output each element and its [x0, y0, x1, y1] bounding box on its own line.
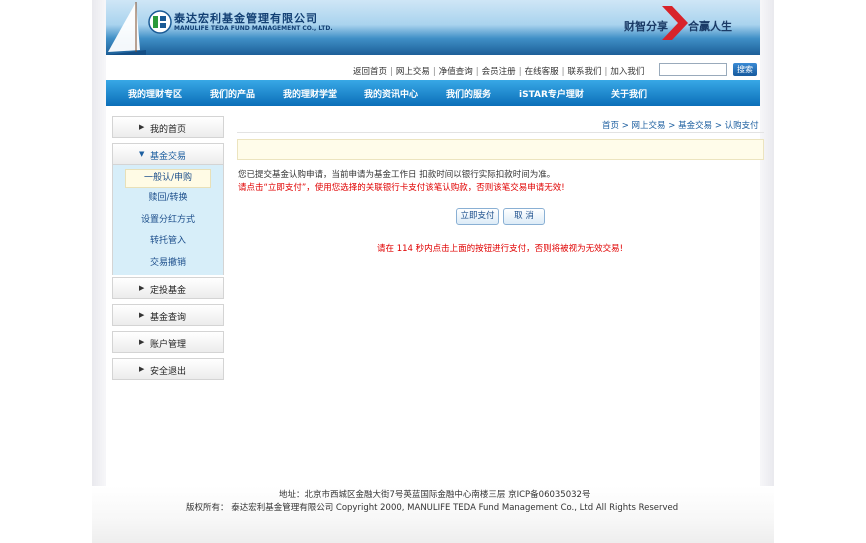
toplink-home[interactable]: 返回首页: [353, 67, 387, 77]
sidebar-item-label: 定投基金: [150, 286, 187, 296]
sidebar-item-fund-trade[interactable]: ▼ 基金交易: [112, 143, 224, 165]
divider: [237, 132, 764, 133]
breadcrumb-current[interactable]: 认购支付: [725, 121, 759, 131]
sidebar-item-home[interactable]: ▶ 我的首页: [112, 116, 224, 138]
submenu-item-cancel[interactable]: 交易撤销: [113, 253, 223, 275]
toplink-online-service[interactable]: 在线客服: [525, 67, 559, 77]
frame-shadow-left: [92, 0, 106, 543]
top-links-bar: 返回首页 | 网上交易 | 净值查询 | 会员注册 | 在线客服 | 联系我们 | 加入我们 搜索: [106, 62, 760, 78]
submenu-item-subscribe[interactable]: 一般认/申购: [125, 169, 211, 188]
cancel-button[interactable]: 取 消: [503, 208, 545, 225]
fund-trade-submenu: 一般认/申购 赎回/转换 设置分红方式 转托管入 交易撤销: [112, 165, 224, 275]
frame-shadow-right: [760, 0, 774, 543]
submission-message: 您已提交基金认购申请，当前申请为基金工作日 扣款时间以银行实际扣款时间为准。: [238, 170, 556, 180]
company-name-cn: 泰达宏利基金管理有限公司: [174, 12, 318, 25]
triangle-right-icon: ▶: [139, 338, 145, 346]
sidebar: ▶ 我的首页 ▼ 基金交易 一般认/申购 赎回/转换 设置分红方式 转托管入 交…: [112, 116, 224, 385]
sidebar-item-label: 安全退出: [150, 367, 187, 377]
breadcrumb: 首页 > 网上交易 > 基金交易 > 认购支付: [602, 119, 759, 131]
slogan-right: 合赢人生: [688, 20, 732, 33]
footer-address: 地址：北京市西城区金融大街7号英蓝国际金融中心南楼三层 京ICP备0603503…: [279, 490, 591, 500]
breadcrumb-separator: >: [621, 121, 629, 131]
separator: |: [518, 67, 522, 77]
breadcrumb-online-trade[interactable]: 网上交易: [632, 121, 666, 131]
breadcrumb-fund-trade[interactable]: 基金交易: [678, 121, 712, 131]
sailboat-icon: [106, 2, 146, 55]
footer-copyright: 版权所有： 泰达宏利基金管理有限公司 Copyright 2000, MANUL…: [186, 503, 679, 513]
footer: 地址：北京市西城区金融大街7号英蓝国际金融中心南楼三层 京ICP备0603503…: [92, 486, 774, 543]
pay-now-button[interactable]: 立即支付: [456, 208, 499, 225]
submenu-item-transfer-in[interactable]: 转托管入: [113, 231, 223, 253]
toplink-register[interactable]: 会员注册: [482, 67, 516, 77]
triangle-right-icon: ▶: [139, 311, 145, 319]
breadcrumb-home[interactable]: 首页: [602, 121, 619, 131]
sidebar-item-account[interactable]: ▶ 账户管理: [112, 331, 224, 353]
breadcrumb-separator: >: [714, 121, 722, 131]
sidebar-item-fund-query[interactable]: ▶ 基金查询: [112, 304, 224, 326]
main-nav: 我的理财专区 我们的产品 我的理财学堂 我的资讯中心 我们的服务 iSTAR专户…: [106, 80, 760, 106]
search-input[interactable]: [659, 63, 727, 76]
sidebar-item-logout[interactable]: ▶ 安全退出: [112, 358, 224, 380]
submenu-item-dividend[interactable]: 设置分红方式: [113, 210, 223, 232]
triangle-right-icon: ▶: [139, 123, 145, 131]
sidebar-item-label: 基金查询: [150, 313, 187, 323]
toplink-nav-query[interactable]: 净值查询: [439, 67, 473, 77]
nav-item-school[interactable]: 我的理财学堂: [283, 87, 337, 100]
sidebar-item-label: 基金交易: [150, 152, 187, 162]
submenu-item-redeem[interactable]: 赎回/转换: [113, 188, 223, 210]
company-name-en: MANULIFE TEDA FUND MANAGEMENT CO., LTD.: [174, 25, 333, 32]
triangle-right-icon: ▶: [139, 365, 145, 373]
chevron-right-icon: [662, 6, 688, 40]
sidebar-item-fixed-invest[interactable]: ▶ 定投基金: [112, 277, 224, 299]
triangle-down-icon: ▼: [139, 150, 145, 158]
nav-item-istar[interactable]: iSTAR专户理财: [519, 87, 584, 100]
toplink-join[interactable]: 加入我们: [610, 67, 644, 77]
nav-item-my-finance[interactable]: 我的理财专区: [128, 87, 182, 100]
company-logo-icon: [148, 10, 172, 34]
nav-item-products[interactable]: 我们的产品: [210, 87, 255, 100]
nav-item-about[interactable]: 关于我们: [611, 87, 647, 100]
separator: |: [432, 67, 436, 77]
separator: |: [475, 67, 479, 77]
top-links: 返回首页 | 网上交易 | 净值查询 | 会员注册 | 在线客服 | 联系我们 | 加入我们: [353, 65, 644, 77]
search-button[interactable]: 搜索: [733, 63, 757, 76]
toplink-online-trade[interactable]: 网上交易: [396, 67, 430, 77]
triangle-right-icon: ▶: [139, 284, 145, 292]
separator: |: [604, 67, 608, 77]
sidebar-item-label: 我的首页: [150, 125, 187, 135]
separator: |: [390, 67, 393, 77]
countdown-message: 请在 114 秒内点击上面的按钮进行支付，否则将被视为无效交易!: [377, 244, 624, 254]
header-banner: 泰达宏利基金管理有限公司 MANULIFE TEDA FUND MANAGEME…: [106, 0, 760, 55]
toplink-contact[interactable]: 联系我们: [567, 67, 601, 77]
notice-bar: [237, 139, 764, 160]
payment-warning: 请点击“立即支付”，使用您选择的关联银行卡支付该笔认购款，否则该笔交易申请无效!: [238, 183, 565, 193]
nav-item-services[interactable]: 我们的服务: [446, 87, 491, 100]
breadcrumb-separator: >: [668, 121, 676, 131]
nav-item-news[interactable]: 我的资讯中心: [364, 87, 418, 100]
sidebar-item-label: 账户管理: [150, 340, 187, 350]
